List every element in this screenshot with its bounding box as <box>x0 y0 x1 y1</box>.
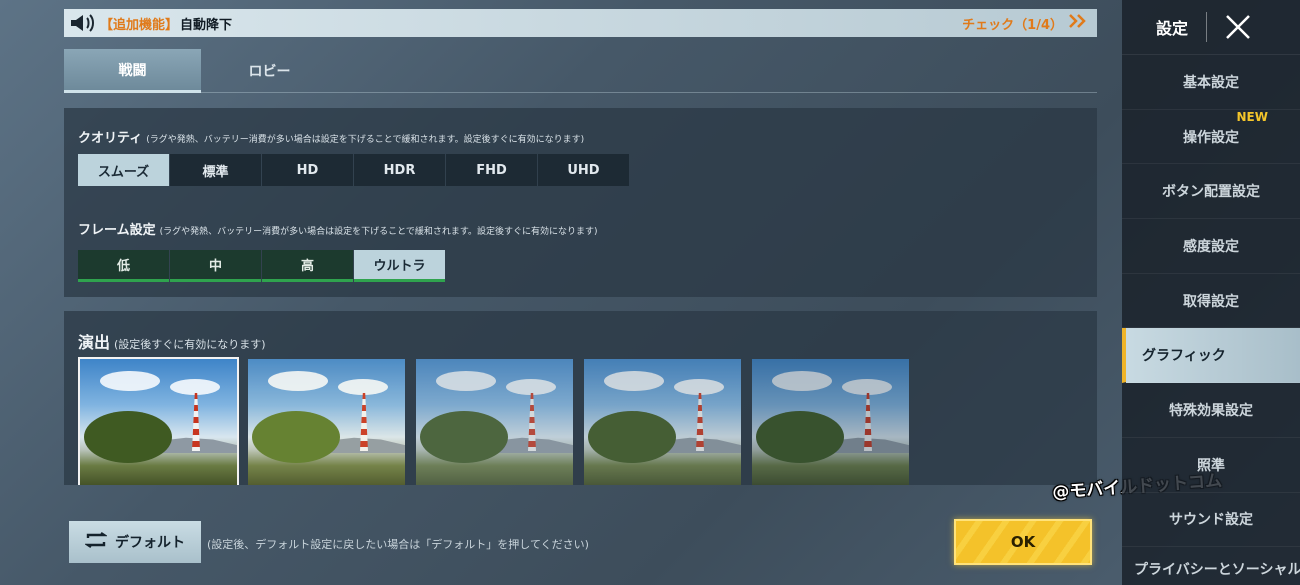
notice-title: 自動降下 <box>180 17 233 33</box>
frame-option-medium[interactable]: 中 <box>170 250 261 282</box>
frame-section-label: フレーム設定 (ラグや発熱、バッテリー消費が多い場合は設定を下げることで緩和されま… <box>78 219 597 238</box>
frame-option-ultra[interactable]: ウルトラ <box>354 250 445 282</box>
ok-button[interactable]: OK <box>954 519 1092 565</box>
sidebar-item-label: グラフィック <box>1142 348 1226 365</box>
effect-section-label: 演出 (設定後すぐに有効になります) <box>78 329 266 353</box>
tree <box>84 411 172 463</box>
sidebar-item-label: サウンド設定 <box>1169 512 1253 529</box>
tab-bar: 戦闘 ロビー <box>64 49 1097 93</box>
effect-thumbnail-5[interactable] <box>752 359 909 485</box>
notice-check-label: チェック（1/4） <box>962 17 1063 33</box>
sidebar-item-label: 感度設定 <box>1183 238 1239 255</box>
sidebar-title: 設定 <box>1156 19 1189 38</box>
double-chevron-right-icon <box>1069 14 1087 32</box>
frame-selector: 低 中 高 ウルトラ <box>78 250 446 282</box>
sidebar-item-special-effects[interactable]: 特殊効果設定 <box>1122 383 1300 438</box>
default-button-label: デフォルト <box>115 535 185 551</box>
cloud <box>170 379 220 395</box>
header-divider <box>1206 12 1208 42</box>
frame-option-high[interactable]: 高 <box>262 250 353 282</box>
quality-option-uhd[interactable]: UHD <box>538 154 629 186</box>
sidebar-item-sound[interactable]: サウンド設定 <box>1122 493 1300 548</box>
tab-lobby[interactable]: ロビー <box>201 49 338 93</box>
effect-thumbnail-3[interactable] <box>416 359 573 485</box>
effect-label: 演出 <box>78 333 111 352</box>
quality-option-hdr[interactable]: HDR <box>354 154 445 186</box>
sidebar-item-label: 特殊効果設定 <box>1169 402 1253 419</box>
tone-overlay <box>752 359 909 485</box>
speaker-icon <box>64 13 100 33</box>
quality-option-standard[interactable]: 標準 <box>170 154 261 186</box>
quality-note: (ラグや発熱、バッテリー消費が多い場合は設定を下げることで緩和されます。設定後す… <box>146 135 585 145</box>
tone-overlay <box>584 359 741 485</box>
sidebar-item-label: 照準 <box>1197 457 1225 474</box>
new-badge: NEW <box>1236 109 1268 124</box>
close-icon[interactable] <box>1225 14 1251 40</box>
sidebar-item-label: ボタン配置設定 <box>1162 184 1260 201</box>
sidebar-item-label: 取得設定 <box>1183 293 1239 310</box>
sidebar-item-graphics[interactable]: グラフィック <box>1122 328 1300 384</box>
notice-tag: 【追加機能】 <box>100 17 179 33</box>
effect-thumbnail-2[interactable] <box>248 359 405 485</box>
frame-label: フレーム設定 <box>78 223 156 238</box>
quality-option-hd[interactable]: HD <box>262 154 353 186</box>
effect-thumbnails <box>78 357 909 485</box>
cloud <box>100 371 160 391</box>
quality-section-label: クオリティ (ラグや発熱、バッテリー消費が多い場合は設定を下げることで緩和されます… <box>78 127 584 146</box>
sidebar-item-pickup[interactable]: 取得設定 <box>1122 274 1300 329</box>
sidebar-item-button-layout[interactable]: ボタン配置設定 <box>1122 164 1300 220</box>
default-button[interactable]: デフォルト <box>69 521 201 563</box>
quality-selector: スムーズ 標準 HD HDR FHD UHD <box>78 154 630 186</box>
sidebar-item-label: 基本設定 <box>1183 74 1239 91</box>
tone-overlay <box>416 359 573 485</box>
frame-note: (ラグや発熱、バッテリー消費が多い場合は設定を下げることで緩和されます。設定後す… <box>159 227 598 237</box>
sidebar-item-privacy[interactable]: プライバシーとソーシャル <box>1122 547 1300 585</box>
sidebar-item-controls[interactable]: 操作設定 NEW <box>1122 110 1300 165</box>
selection-corner <box>233 359 237 363</box>
effect-thumbnail-4[interactable] <box>584 359 741 485</box>
effect-panel: 演出 (設定後すぐに有効になります) <box>64 311 1097 485</box>
settings-sidebar: 設定 基本設定 操作設定 NEW ボタン配置設定 感度設定 取得設定 グラフィッ… <box>1122 0 1300 585</box>
notice-check-link[interactable]: チェック（1/4） <box>962 14 1087 33</box>
sidebar-item-label: プライバシーとソーシャル <box>1134 562 1300 579</box>
effect-thumbnail-1[interactable] <box>78 357 239 485</box>
sidebar-item-basic[interactable]: 基本設定 <box>1122 55 1300 110</box>
sidebar-item-aim[interactable]: 照準 <box>1122 438 1300 493</box>
reset-arrows-icon <box>84 532 108 552</box>
notice-bar: 【追加機能】 自動降下 チェック（1/4） <box>64 9 1097 37</box>
selection-corner <box>80 359 84 363</box>
tone-overlay <box>248 359 405 485</box>
sidebar-item-sensitivity[interactable]: 感度設定 <box>1122 219 1300 274</box>
quality-option-fhd[interactable]: FHD <box>446 154 537 186</box>
effect-note: (設定後すぐに有効になります) <box>114 338 266 351</box>
frame-option-low[interactable]: 低 <box>78 250 169 282</box>
sidebar-header: 設定 <box>1122 0 1300 55</box>
quality-frame-panel: クオリティ (ラグや発熱、バッテリー消費が多い場合は設定を下げることで緩和されます… <box>64 108 1097 297</box>
default-hint: (設定後、デフォルト設定に戻したい場合は「デフォルト」を押してください) <box>207 538 589 551</box>
sidebar-item-label: 操作設定 <box>1183 129 1239 146</box>
tab-battle[interactable]: 戦闘 <box>64 49 201 93</box>
quality-label: クオリティ <box>78 131 143 146</box>
quality-option-smooth[interactable]: スムーズ <box>78 154 169 186</box>
